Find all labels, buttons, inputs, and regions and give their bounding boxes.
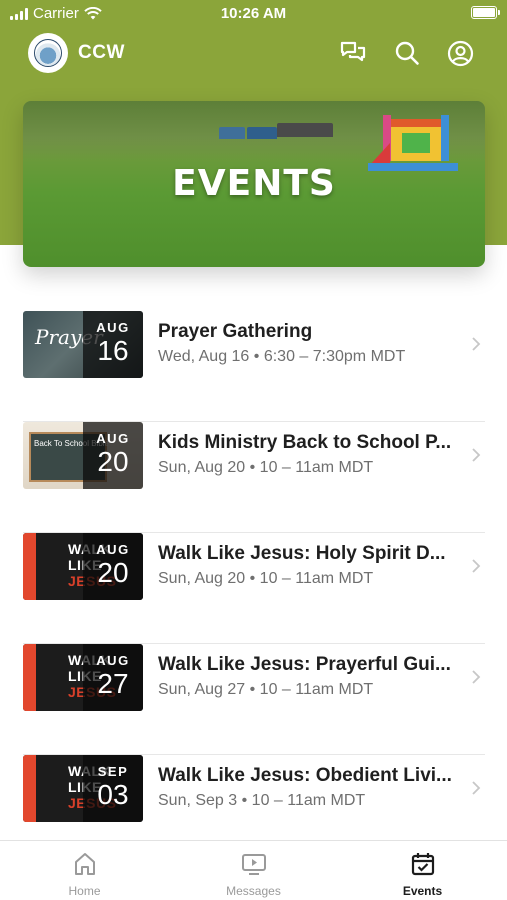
- date-badge: SEP 03: [83, 755, 143, 822]
- tab-events[interactable]: Events: [338, 841, 507, 900]
- tab-messages[interactable]: Messages: [169, 841, 338, 900]
- event-thumbnail: Back To School Bible AUG 20: [23, 422, 143, 489]
- chevron-right-icon: [472, 448, 481, 462]
- event-thumbnail: WALKLIKEJESUS AUG 27: [23, 644, 143, 711]
- event-datetime: Sun, Aug 20 • 10 – 11am MDT: [158, 459, 374, 476]
- event-title: Walk Like Jesus: Holy Spirit D...: [158, 543, 446, 564]
- tab-home[interactable]: Home: [0, 841, 169, 900]
- tab-label: Messages: [226, 884, 281, 898]
- chevron-right-icon: [472, 559, 481, 573]
- date-month: AUG: [96, 653, 130, 668]
- date-badge: AUG 16: [83, 311, 143, 378]
- chevron-right-icon: [472, 670, 481, 684]
- calendar-check-icon: [411, 853, 435, 876]
- event-title: Prayer Gathering: [158, 321, 313, 342]
- date-month: AUG: [96, 431, 130, 446]
- date-day: 27: [97, 668, 129, 699]
- tab-label: Events: [402, 884, 443, 898]
- event-row[interactable]: Back To School Bible AUG 20 Kids Ministr…: [23, 422, 485, 533]
- event-title: Walk Like Jesus: Obedient Livi...: [158, 765, 452, 786]
- date-month: AUG: [96, 542, 130, 557]
- event-datetime: Sun, Aug 27 • 10 – 11am MDT: [158, 681, 374, 698]
- date-badge: AUG 20: [83, 422, 143, 489]
- date-day: 20: [97, 446, 129, 477]
- app-title: CCW: [78, 42, 125, 63]
- profile-icon[interactable]: [446, 39, 474, 67]
- event-row[interactable]: WALKLIKEJESUS AUG 27 Walk Like Jesus: Pr…: [23, 644, 485, 755]
- status-bar: Carrier 10:26 AM: [0, 0, 507, 28]
- battery-icon: [471, 6, 500, 19]
- status-time: 10:26 AM: [220, 5, 287, 22]
- event-row[interactable]: WALKLIKEJESUS AUG 20 Walk Like Jesus: Ho…: [23, 533, 485, 644]
- event-title: Walk Like Jesus: Prayerful Gui...: [158, 654, 451, 675]
- date-day: 03: [97, 779, 129, 810]
- date-month: AUG: [96, 320, 130, 335]
- tab-label: Home: [68, 884, 101, 898]
- home-icon: [75, 853, 95, 875]
- date-badge: AUG 20: [83, 533, 143, 600]
- date-badge: AUG 27: [83, 644, 143, 711]
- tv-play-icon: [242, 854, 266, 875]
- event-thumbnail: Prayer AUG 16: [23, 311, 143, 378]
- date-day: 20: [97, 557, 129, 588]
- event-datetime: Wed, Aug 16 • 6:30 – 7:30pm MDT: [158, 348, 406, 365]
- event-row[interactable]: Prayer AUG 16 Prayer Gathering Wed, Aug …: [23, 311, 485, 422]
- church-logo[interactable]: [28, 33, 68, 73]
- chevron-right-icon: [472, 337, 481, 351]
- chat-icon[interactable]: [339, 39, 367, 67]
- bottom-tab-bar: Home Messages Events: [0, 840, 507, 900]
- search-icon[interactable]: [393, 39, 421, 67]
- event-thumbnail: WALKLIKEJESUS AUG 20: [23, 533, 143, 600]
- date-day: 16: [97, 335, 129, 366]
- event-datetime: Sun, Sep 3 • 10 – 11am MDT: [158, 792, 366, 809]
- events-hero-banner: EVENTS: [23, 101, 485, 267]
- date-month: SEP: [97, 764, 129, 779]
- event-thumbnail: WALKLIKEJESUS SEP 03: [23, 755, 143, 822]
- top-nav: CCW: [0, 32, 507, 74]
- event-title: Kids Ministry Back to School P...: [158, 432, 452, 453]
- event-datetime: Sun, Aug 20 • 10 – 11am MDT: [158, 570, 374, 587]
- chevron-right-icon: [472, 781, 481, 795]
- hero-title: EVENTS: [172, 163, 336, 204]
